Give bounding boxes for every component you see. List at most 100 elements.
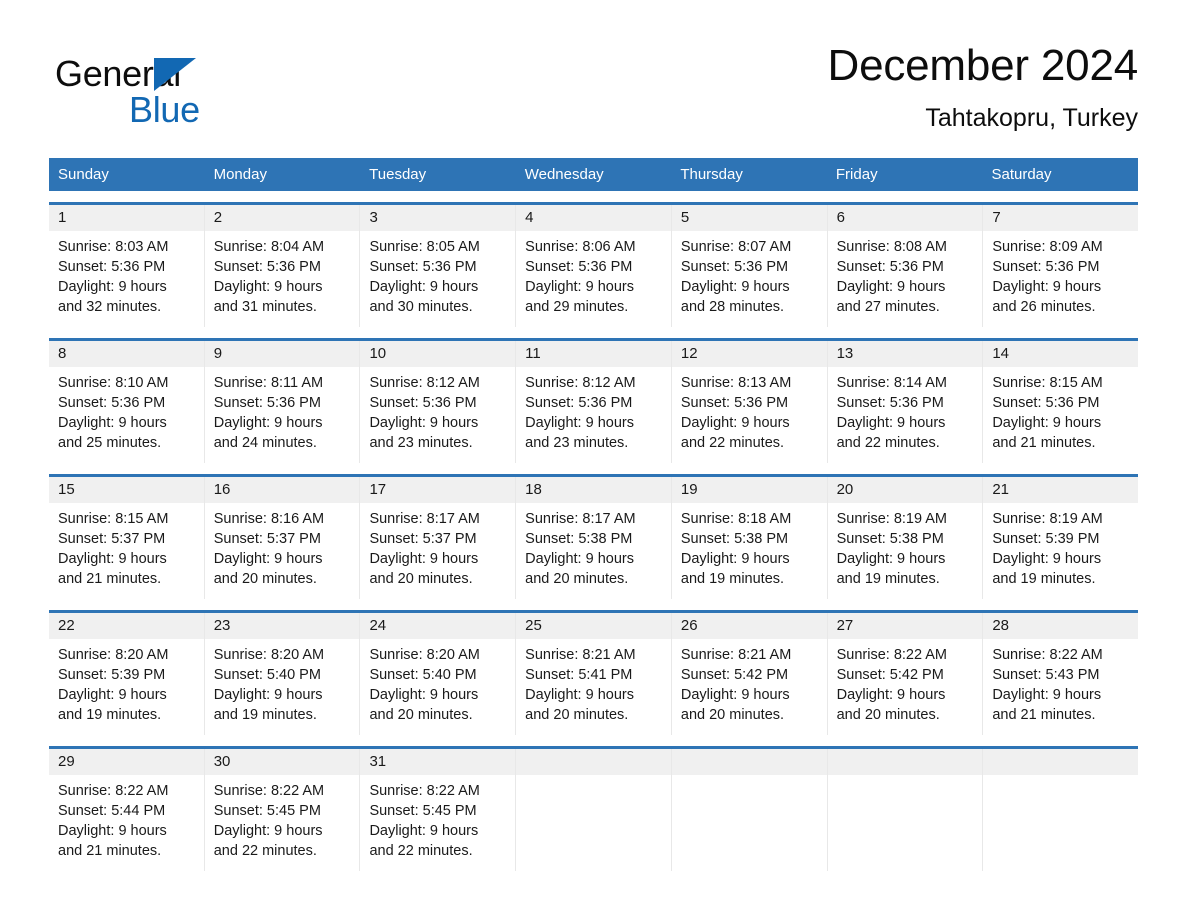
- day-cell[interactable]: 19 Sunrise: 8:18 AM Sunset: 5:38 PM Dayl…: [671, 477, 828, 599]
- daylight-text-line1: Daylight: 9 hours: [836, 279, 946, 295]
- day-cell[interactable]: 31 Sunrise: 8:22 AM Sunset: 5:45 PM Dayl…: [360, 749, 517, 871]
- daylight-text-line1: Daylight: 9 hours: [369, 823, 479, 839]
- day-details: Sunrise: 8:09 AM Sunset: 5:36 PM Dayligh…: [983, 231, 1138, 317]
- day-number: 3: [360, 205, 516, 231]
- day-cell[interactable]: 16 Sunrise: 8:16 AM Sunset: 5:37 PM Dayl…: [204, 477, 361, 599]
- day-details: Sunrise: 8:12 AM Sunset: 5:36 PM Dayligh…: [360, 367, 515, 453]
- daylight-text-line1: Daylight: 9 hours: [836, 687, 946, 703]
- daylight-text-line2: and 22 minutes.: [213, 843, 317, 859]
- day-cell[interactable]: 12 Sunrise: 8:13 AM Sunset: 5:36 PM Dayl…: [671, 341, 828, 463]
- day-details: Sunrise: 8:14 AM Sunset: 5:36 PM Dayligh…: [828, 367, 983, 453]
- day-cell[interactable]: 2 Sunrise: 8:04 AM Sunset: 5:36 PM Dayli…: [204, 205, 361, 327]
- day-cell[interactable]: 3 Sunrise: 8:05 AM Sunset: 5:36 PM Dayli…: [360, 205, 517, 327]
- day-cell[interactable]: 14 Sunrise: 8:15 AM Sunset: 5:36 PM Dayl…: [983, 341, 1139, 463]
- sunset-text: Sunset: 5:39 PM: [58, 667, 166, 683]
- day-number: 5: [671, 205, 827, 231]
- daylight-text-line1: Daylight: 9 hours: [213, 687, 323, 703]
- day-details: Sunrise: 8:12 AM Sunset: 5:36 PM Dayligh…: [516, 367, 671, 453]
- day-cell[interactable]: 18 Sunrise: 8:17 AM Sunset: 5:38 PM Dayl…: [516, 477, 672, 599]
- sunrise-text: Sunrise: 8:14 AM: [836, 375, 948, 391]
- daylight-text-line2: and 20 minutes.: [525, 571, 629, 587]
- day-details: Sunrise: 8:22 AM Sunset: 5:43 PM Dayligh…: [983, 639, 1138, 725]
- day-details: Sunrise: 8:22 AM Sunset: 5:42 PM Dayligh…: [828, 639, 983, 725]
- sunset-text: Sunset: 5:42 PM: [836, 667, 944, 683]
- sunset-text: Sunset: 5:36 PM: [369, 259, 477, 275]
- sunrise-text: Sunrise: 8:09 AM: [992, 239, 1103, 255]
- day-cell[interactable]: 28 Sunrise: 8:22 AM Sunset: 5:43 PM Dayl…: [983, 613, 1139, 735]
- sunrise-text: Sunrise: 8:18 AM: [680, 511, 792, 527]
- weekday-monday: Monday: [213, 166, 267, 183]
- day-details: Sunrise: 8:19 AM Sunset: 5:39 PM Dayligh…: [983, 503, 1138, 589]
- day-number: 31: [360, 749, 516, 775]
- sunrise-text: Sunrise: 8:21 AM: [525, 647, 636, 663]
- day-details: Sunrise: 8:17 AM Sunset: 5:38 PM Dayligh…: [516, 503, 671, 589]
- daylight-text-line1: Daylight: 9 hours: [369, 551, 479, 567]
- day-details: Sunrise: 8:10 AM Sunset: 5:36 PM Dayligh…: [49, 367, 204, 453]
- day-number: 22: [49, 613, 204, 639]
- day-cell[interactable]: 21 Sunrise: 8:19 AM Sunset: 5:39 PM Dayl…: [983, 477, 1139, 599]
- sunrise-text: Sunrise: 8:22 AM: [58, 783, 169, 799]
- sunset-text: Sunset: 5:36 PM: [369, 395, 477, 411]
- day-cell[interactable]: 1 Sunrise: 8:03 AM Sunset: 5:36 PM Dayli…: [49, 205, 205, 327]
- day-cell[interactable]: 6 Sunrise: 8:08 AM Sunset: 5:36 PM Dayli…: [827, 205, 984, 327]
- day-details: Sunrise: 8:03 AM Sunset: 5:36 PM Dayligh…: [49, 231, 204, 317]
- daylight-text-line2: and 21 minutes.: [58, 571, 162, 587]
- daylight-text-line1: Daylight: 9 hours: [680, 551, 790, 567]
- sunset-text: Sunset: 5:38 PM: [680, 531, 789, 547]
- day-cell[interactable]: 9 Sunrise: 8:11 AM Sunset: 5:36 PM Dayli…: [204, 341, 361, 463]
- day-cell[interactable]: 20 Sunrise: 8:19 AM Sunset: 5:38 PM Dayl…: [827, 477, 984, 599]
- daylight-text-line1: Daylight: 9 hours: [58, 823, 167, 839]
- day-cell[interactable]: 24 Sunrise: 8:20 AM Sunset: 5:40 PM Dayl…: [360, 613, 517, 735]
- day-cell[interactable]: 26 Sunrise: 8:21 AM Sunset: 5:42 PM Dayl…: [671, 613, 828, 735]
- calendar-week-row: 8 Sunrise: 8:10 AM Sunset: 5:36 PM Dayli…: [49, 338, 1139, 463]
- day-cell[interactable]: 27 Sunrise: 8:22 AM Sunset: 5:42 PM Dayl…: [827, 613, 984, 735]
- daylight-text-line2: and 22 minutes.: [369, 843, 473, 859]
- daylight-text-line1: Daylight: 9 hours: [369, 415, 479, 431]
- sunrise-text: Sunrise: 8:13 AM: [680, 375, 792, 391]
- day-details: Sunrise: 8:20 AM Sunset: 5:39 PM Dayligh…: [49, 639, 204, 725]
- day-number: 12: [671, 341, 827, 367]
- day-number: 8: [49, 341, 204, 367]
- day-cell[interactable]: 13 Sunrise: 8:14 AM Sunset: 5:36 PM Dayl…: [827, 341, 984, 463]
- day-number: 27: [827, 613, 983, 639]
- day-details: Sunrise: 8:15 AM Sunset: 5:36 PM Dayligh…: [983, 367, 1138, 453]
- day-cell[interactable]: 25 Sunrise: 8:21 AM Sunset: 5:41 PM Dayl…: [516, 613, 672, 735]
- day-details: Sunrise: 8:15 AM Sunset: 5:37 PM Dayligh…: [49, 503, 204, 589]
- general-blue-logo[interactable]: General Blue: [55, 54, 275, 136]
- day-cell[interactable]: 17 Sunrise: 8:17 AM Sunset: 5:37 PM Dayl…: [360, 477, 517, 599]
- daylight-text-line2: and 31 minutes.: [213, 299, 317, 315]
- sunrise-text: Sunrise: 8:20 AM: [213, 647, 325, 663]
- daylight-text-line1: Daylight: 9 hours: [992, 415, 1102, 431]
- day-cell[interactable]: 30 Sunrise: 8:22 AM Sunset: 5:45 PM Dayl…: [204, 749, 361, 871]
- day-cell[interactable]: 4 Sunrise: 8:06 AM Sunset: 5:36 PM Dayli…: [516, 205, 672, 327]
- calendar-week-row: 1 Sunrise: 8:03 AM Sunset: 5:36 PM Dayli…: [49, 202, 1139, 327]
- sunrise-text: Sunrise: 8:21 AM: [680, 647, 792, 663]
- day-details: Sunrise: 8:22 AM Sunset: 5:45 PM Dayligh…: [205, 775, 360, 861]
- day-details: Sunrise: 8:05 AM Sunset: 5:36 PM Dayligh…: [360, 231, 515, 317]
- daylight-text-line1: Daylight: 9 hours: [525, 415, 634, 431]
- day-cell[interactable]: 23 Sunrise: 8:20 AM Sunset: 5:40 PM Dayl…: [204, 613, 361, 735]
- title-block: December 2024 Tahtakopru, Turkey: [828, 40, 1139, 134]
- day-cell[interactable]: 7 Sunrise: 8:09 AM Sunset: 5:36 PM Dayli…: [983, 205, 1139, 327]
- day-cell[interactable]: 15 Sunrise: 8:15 AM Sunset: 5:37 PM Dayl…: [49, 477, 205, 599]
- day-cell[interactable]: 11 Sunrise: 8:12 AM Sunset: 5:36 PM Dayl…: [516, 341, 672, 463]
- logo-text-blue: Blue: [129, 89, 200, 130]
- daylight-text-line1: Daylight: 9 hours: [680, 415, 790, 431]
- day-number: 28: [983, 613, 1139, 639]
- sunset-text: Sunset: 5:44 PM: [58, 803, 166, 819]
- sunset-text: Sunset: 5:41 PM: [525, 667, 633, 683]
- day-number: 18: [516, 477, 671, 503]
- day-cell[interactable]: 29 Sunrise: 8:22 AM Sunset: 5:44 PM Dayl…: [49, 749, 205, 871]
- day-cell[interactable]: 10 Sunrise: 8:12 AM Sunset: 5:36 PM Dayl…: [360, 341, 517, 463]
- day-cell[interactable]: 22 Sunrise: 8:20 AM Sunset: 5:39 PM Dayl…: [49, 613, 205, 735]
- sunrise-text: Sunrise: 8:10 AM: [58, 375, 169, 391]
- sunset-text: Sunset: 5:36 PM: [525, 395, 633, 411]
- sunrise-text: Sunrise: 8:19 AM: [992, 511, 1103, 527]
- calendar-page: General Blue December 2024 Tahtakopru, T…: [0, 0, 1188, 918]
- day-cell[interactable]: 8 Sunrise: 8:10 AM Sunset: 5:36 PM Dayli…: [49, 341, 205, 463]
- daylight-text-line1: Daylight: 9 hours: [213, 551, 323, 567]
- sunset-text: Sunset: 5:36 PM: [680, 395, 789, 411]
- day-cell[interactable]: 5 Sunrise: 8:07 AM Sunset: 5:36 PM Dayli…: [671, 205, 828, 327]
- day-number: 21: [983, 477, 1139, 503]
- day-number: 30: [204, 749, 360, 775]
